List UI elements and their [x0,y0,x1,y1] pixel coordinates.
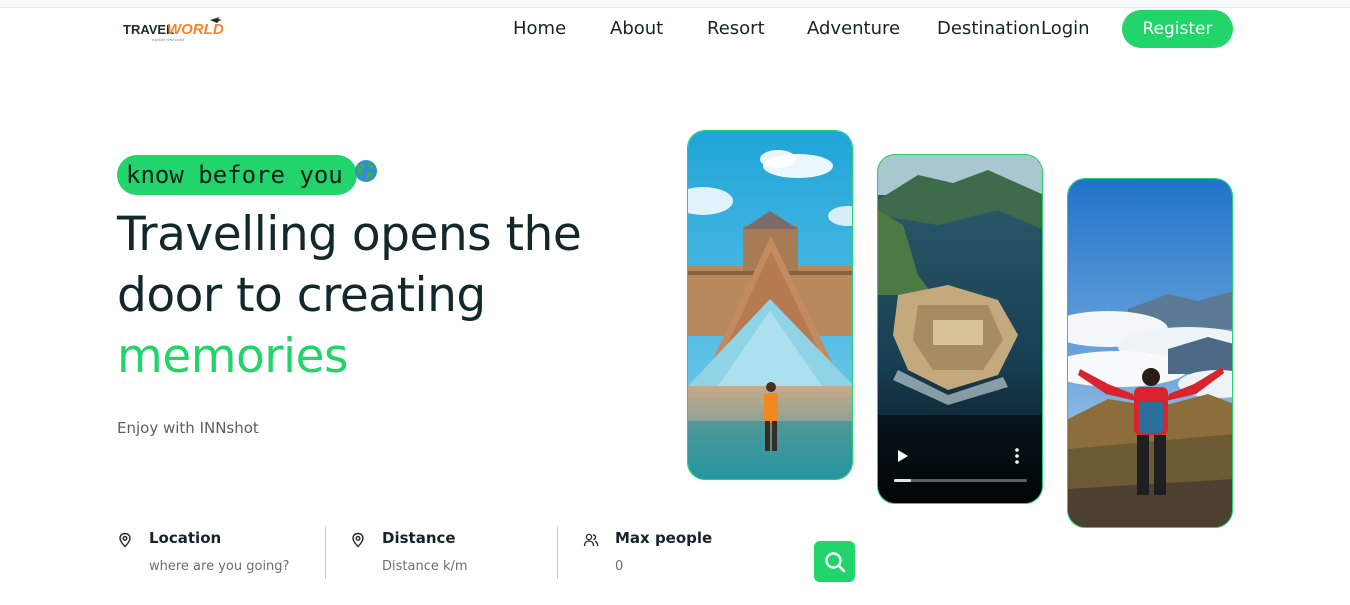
video-progress-track[interactable] [894,479,1027,482]
play-icon[interactable] [896,449,910,463]
nav-home[interactable]: Home [513,18,566,39]
location-label: Location [149,529,222,547]
map-pin-icon [119,532,131,548]
location-field: Location [117,526,317,580]
search-icon [824,551,845,572]
distance-field: Distance [350,526,550,580]
gallery-card-video[interactable] [877,154,1043,504]
distance-label: Distance [382,529,456,547]
hero-headline: Travelling opens the door to creating me… [117,204,637,387]
nav-login[interactable]: Login [1041,18,1090,39]
more-vertical-icon[interactable] [1012,447,1022,465]
location-input[interactable] [149,559,309,574]
nav-about[interactable]: About [610,18,663,39]
hero-subtitle: Enjoy with INNshot [117,419,259,437]
gallery-card-louvre[interactable] [687,130,853,480]
map-pin-icon [352,532,364,548]
globe-icon [355,160,377,182]
search-divider [325,527,326,579]
search-divider [557,527,558,579]
headline-line-2: door to creating [117,268,486,323]
nav-adventure[interactable]: Adventure [807,18,900,39]
search-button[interactable] [814,541,855,582]
nav-destination[interactable]: Destination [937,18,1040,39]
people-field: Max people [583,526,783,580]
people-label: Max people [615,529,713,547]
headline-accent: memories [117,329,349,384]
register-button[interactable]: Register [1122,10,1233,48]
video-progress-fill [894,479,912,482]
people-input[interactable] [615,559,775,574]
hiker-image [1068,179,1232,527]
top-border [0,0,1350,8]
hero-tag: know before you [117,155,357,195]
gallery-card-hiker[interactable] [1067,178,1233,528]
nav-resort[interactable]: Resort [707,18,765,39]
louvre-image [688,131,852,479]
distance-input[interactable] [382,559,542,574]
users-icon [583,533,599,547]
headline-line-1: Travelling opens the [117,207,582,262]
